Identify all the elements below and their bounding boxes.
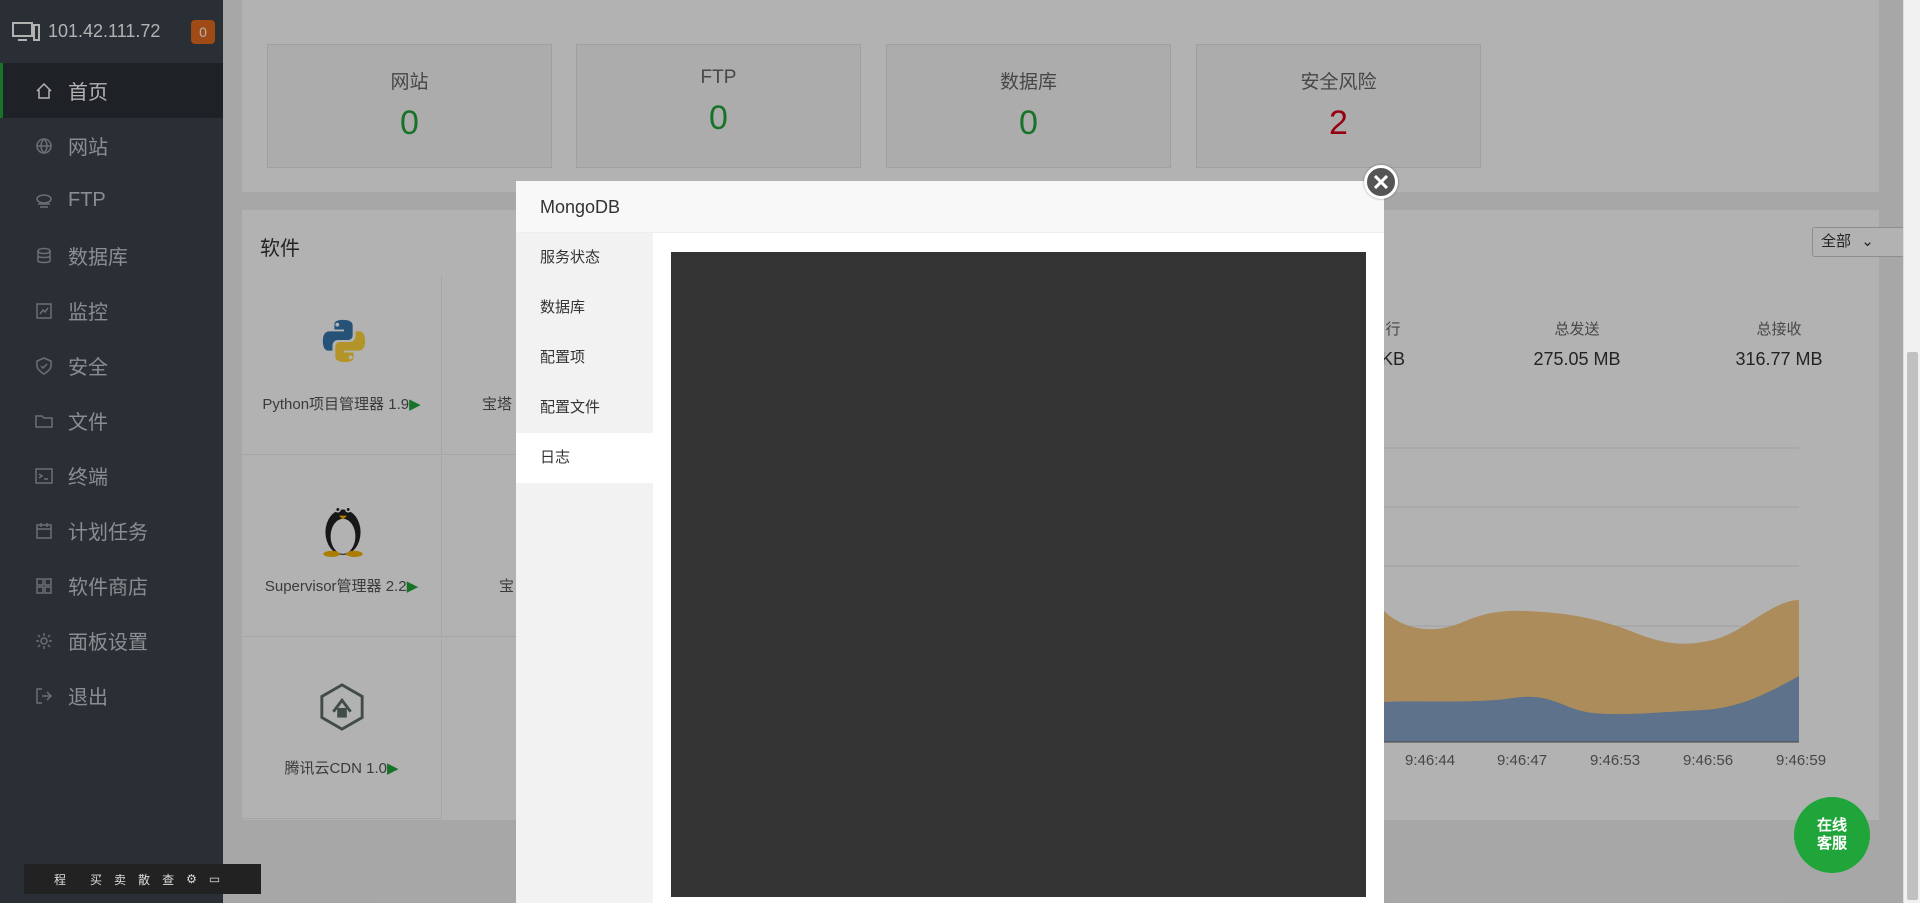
toolbar-item[interactable]: 程 [54, 871, 66, 888]
chat-label-line2: 客服 [1816, 835, 1847, 852]
scrollbar-thumb[interactable] [1907, 352, 1918, 900]
page-scrollbar[interactable] [1903, 0, 1920, 903]
mongodb-modal: MongoDB 服务状态 数据库 配置项 配置文件 日志 [516, 181, 1384, 903]
settings-icon[interactable]: ⚙ [186, 872, 197, 886]
toolbar-item[interactable]: 卖 [114, 871, 126, 888]
toolbar-item[interactable]: 查 [162, 871, 174, 888]
modal-tab-1[interactable]: 数据库 [516, 283, 653, 333]
close-icon [1374, 175, 1388, 189]
modal-title: MongoDB [516, 181, 1384, 233]
modal-tab-list: 服务状态 数据库 配置项 配置文件 日志 [516, 233, 653, 903]
bottom-toolbar: 程 买 卖 散 查 ⚙ ▭ [24, 864, 261, 894]
online-support-button[interactable]: 在线 客服 [1794, 797, 1870, 873]
window-icon[interactable]: ▭ [209, 872, 220, 886]
close-button[interactable] [1364, 165, 1398, 199]
modal-tab-3[interactable]: 配置文件 [516, 383, 653, 433]
modal-tab-4[interactable]: 日志 [516, 433, 653, 483]
toolbar-item[interactable]: 买 [90, 871, 102, 888]
log-output[interactable] [671, 252, 1366, 897]
modal-tab-2[interactable]: 配置项 [516, 333, 653, 383]
modal-tab-0[interactable]: 服务状态 [516, 233, 653, 283]
chat-label-line1: 在线 [1816, 817, 1847, 834]
toolbar-item[interactable]: 散 [138, 871, 150, 888]
